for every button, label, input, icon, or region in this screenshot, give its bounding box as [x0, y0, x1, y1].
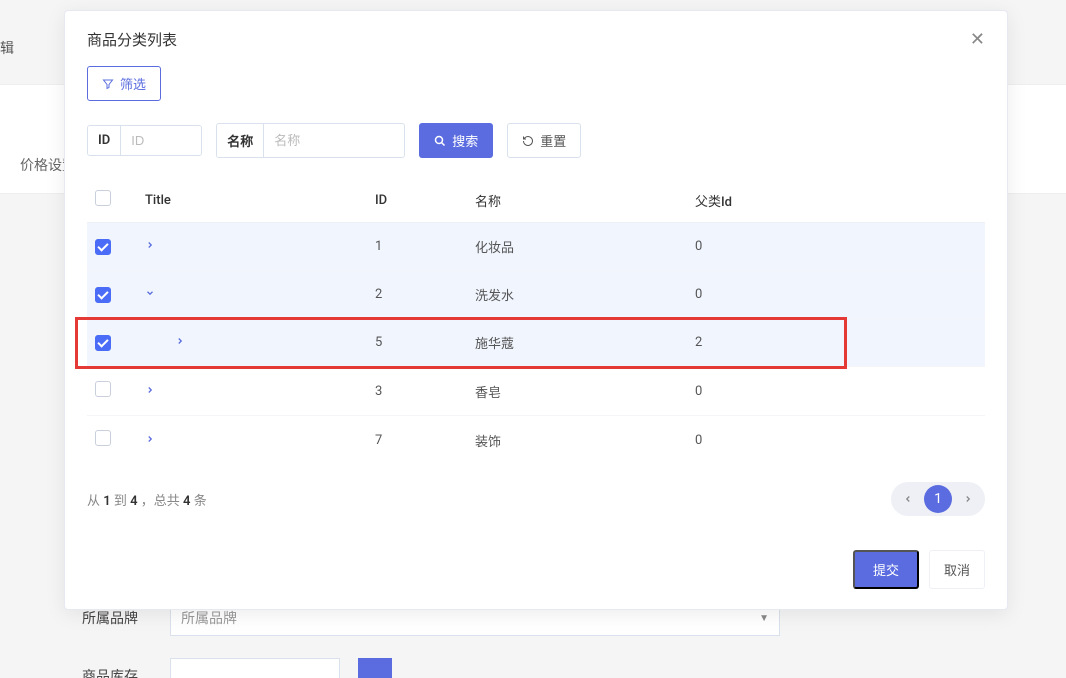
modal-actions: 提交 取消	[65, 534, 1007, 609]
name-addon: 名称	[217, 124, 264, 157]
row-parent: 0	[687, 416, 985, 465]
chevron-down-icon[interactable]	[145, 287, 155, 302]
table-row[interactable]: 2洗发水0	[87, 271, 985, 319]
filter-button[interactable]: 筛选	[87, 66, 161, 101]
id-input-group: ID	[87, 125, 202, 156]
table-footer: 从 1 到 4 ，总共 4 条 1	[87, 482, 985, 516]
search-label: 搜索	[452, 131, 478, 150]
row-id: 5	[367, 319, 467, 367]
pager: 1	[891, 482, 985, 516]
row-checkbox[interactable]	[95, 239, 111, 255]
row-parent: 0	[687, 271, 985, 319]
search-icon	[434, 135, 446, 147]
row-checkbox[interactable]	[95, 335, 111, 351]
chevron-right-icon[interactable]	[145, 384, 155, 399]
modal-body: 筛选 ID 名称 搜索 重置	[65, 66, 1007, 534]
table-row[interactable]: 7装饰0	[87, 416, 985, 465]
pager-next[interactable]	[954, 485, 982, 513]
submit-button[interactable]: 提交	[853, 550, 919, 589]
chevron-right-icon[interactable]	[145, 239, 155, 254]
chevron-right-icon	[963, 494, 973, 504]
chevron-right-icon[interactable]	[145, 433, 155, 448]
background-page: 辑 价格设置 所属品牌 所属品牌 ▼ 商品库存 商品分类列表 ✕ 筛选	[0, 0, 1066, 678]
pager-page-1[interactable]: 1	[924, 485, 952, 513]
col-name: 名称	[467, 178, 687, 223]
row-name: 施华蔻	[467, 319, 687, 367]
row-id: 2	[367, 271, 467, 319]
modal-header: 商品分类列表 ✕	[65, 11, 1007, 66]
bg-stock-button[interactable]	[358, 658, 392, 678]
name-input-group: 名称	[216, 123, 405, 158]
table-row[interactable]: 5施华蔻2	[87, 319, 985, 367]
row-name: 化妆品	[467, 223, 687, 271]
table-row[interactable]: 3香皂0	[87, 367, 985, 416]
row-name: 香皂	[467, 367, 687, 416]
row-checkbox[interactable]	[95, 287, 111, 303]
bg-brand-placeholder: 所属品牌	[181, 608, 237, 628]
row-parent: 2	[687, 319, 985, 367]
bg-stock-input[interactable]	[170, 658, 340, 678]
select-all-checkbox[interactable]	[95, 190, 111, 206]
name-input[interactable]	[264, 124, 404, 157]
caret-down-icon: ▼	[759, 613, 769, 624]
row-name: 洗发水	[467, 271, 687, 319]
row-id: 3	[367, 367, 467, 416]
id-addon: ID	[88, 126, 121, 155]
col-parent: 父类Id	[687, 178, 985, 223]
search-toolbar: ID 名称 搜索 重置	[87, 123, 985, 158]
col-id: ID	[367, 178, 467, 223]
category-modal: 商品分类列表 ✕ 筛选 ID 名称 搜索	[64, 10, 1008, 610]
row-id: 1	[367, 223, 467, 271]
bg-stock-label: 商品库存	[82, 666, 152, 678]
close-icon[interactable]: ✕	[970, 29, 985, 50]
reset-button[interactable]: 重置	[507, 123, 581, 158]
row-checkbox[interactable]	[95, 430, 111, 446]
pagination-summary: 从 1 到 4 ，总共 4 条	[87, 490, 207, 509]
filter-label: 筛选	[120, 74, 146, 93]
row-id: 7	[367, 416, 467, 465]
reset-label: 重置	[540, 131, 566, 150]
bg-fields: 所属品牌 所属品牌 ▼ 商品库存	[82, 600, 782, 678]
bg-edit-text: 辑	[0, 38, 18, 58]
category-table: Title ID 名称 父类Id 1化妆品02洗发水05施华蔻23香皂07装饰0	[87, 178, 985, 464]
cancel-button[interactable]: 取消	[929, 550, 985, 589]
filter-icon	[102, 78, 114, 90]
chevron-left-icon	[903, 494, 913, 504]
row-parent: 0	[687, 223, 985, 271]
row-checkbox[interactable]	[95, 381, 111, 397]
chevron-right-icon[interactable]	[145, 335, 185, 350]
col-title: Title	[137, 178, 367, 223]
id-input[interactable]	[121, 126, 201, 155]
table-wrap: Title ID 名称 父类Id 1化妆品02洗发水05施华蔻23香皂07装饰0	[87, 178, 985, 464]
search-button[interactable]: 搜索	[419, 123, 493, 158]
pager-prev[interactable]	[894, 485, 922, 513]
row-parent: 0	[687, 367, 985, 416]
modal-title: 商品分类列表	[87, 29, 177, 50]
reset-icon	[522, 135, 534, 147]
row-name: 装饰	[467, 416, 687, 465]
bg-brand-label: 所属品牌	[82, 608, 152, 628]
table-row[interactable]: 1化妆品0	[87, 223, 985, 271]
